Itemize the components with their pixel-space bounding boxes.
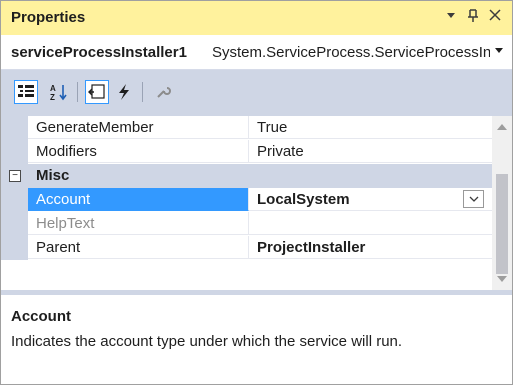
property-row-helptext[interactable]: HelpText <box>1 212 492 236</box>
scroll-thumb[interactable] <box>496 174 508 274</box>
property-value[interactable] <box>249 212 492 235</box>
description-title: Account <box>11 308 71 325</box>
property-row-account[interactable]: Account LocalSystem <box>1 188 492 212</box>
scroll-up-icon[interactable] <box>497 124 507 130</box>
row-gutter <box>1 212 28 236</box>
row-gutter <box>1 140 28 164</box>
svg-text:A: A <box>50 84 56 93</box>
close-icon[interactable] <box>488 7 502 27</box>
property-row[interactable]: Modifiers Private <box>1 140 492 164</box>
property-name: Account <box>28 188 249 211</box>
categorized-icon <box>18 85 34 97</box>
toolbar-separator <box>142 82 143 102</box>
property-row[interactable]: GenerateMember True <box>1 116 492 140</box>
svg-text:Z: Z <box>50 93 55 101</box>
selected-object-name: serviceProcessInstaller1 <box>11 44 187 61</box>
property-pages-button[interactable] <box>151 80 175 104</box>
properties-toolbar: A Z <box>1 70 512 116</box>
row-gutter <box>1 188 28 212</box>
property-name: HelpText <box>28 212 249 235</box>
category-label: Misc <box>36 167 70 184</box>
property-name: GenerateMember <box>28 116 249 139</box>
title-bar: Properties <box>1 1 512 35</box>
property-name: Parent <box>28 236 249 259</box>
vertical-scrollbar[interactable] <box>492 116 512 290</box>
account-value[interactable]: LocalSystem <box>249 188 492 211</box>
property-grid: GenerateMember True Modifiers Private − … <box>1 116 492 290</box>
category-misc[interactable]: − Misc <box>1 164 492 188</box>
pin-icon[interactable] <box>467 7 479 27</box>
row-gutter <box>1 116 28 140</box>
scroll-down-icon[interactable] <box>497 276 507 282</box>
row-gutter <box>1 236 28 260</box>
selected-object-type: System.ServiceProcess.ServiceProcessInst… <box>212 44 490 61</box>
alphabetical-button[interactable]: A Z <box>47 80 71 104</box>
alphabetical-icon: A Z <box>50 84 67 101</box>
events-button[interactable] <box>112 80 136 104</box>
wrench-icon <box>157 87 171 98</box>
collapse-icon[interactable]: − <box>9 170 21 182</box>
chevron-down-icon[interactable] <box>494 44 504 59</box>
panel-title: Properties <box>11 9 86 26</box>
object-selector[interactable]: serviceProcessInstaller1 System.ServiceP… <box>1 35 512 70</box>
properties-panel: Properties serviceProcessInstaller1 Syst… <box>0 0 513 385</box>
categorized-button[interactable] <box>14 80 38 104</box>
property-row-parent[interactable]: Parent ProjectInstaller <box>1 236 492 260</box>
property-value[interactable]: True <box>249 116 492 139</box>
account-dropdown-button[interactable] <box>463 190 484 208</box>
lightning-bolt-icon <box>119 84 129 100</box>
window-position-dropdown-icon[interactable] <box>446 7 456 27</box>
description-text: Indicates the account type under which t… <box>11 333 403 350</box>
property-value[interactable]: ProjectInstaller <box>249 236 492 259</box>
property-value[interactable]: Private <box>249 140 492 163</box>
properties-icon <box>88 84 105 99</box>
toolbar-separator <box>77 82 78 102</box>
description-pane: Account Indicates the account type under… <box>1 295 512 384</box>
properties-button[interactable] <box>85 80 109 104</box>
property-name: Modifiers <box>28 140 249 163</box>
chevron-down-icon <box>469 196 478 202</box>
